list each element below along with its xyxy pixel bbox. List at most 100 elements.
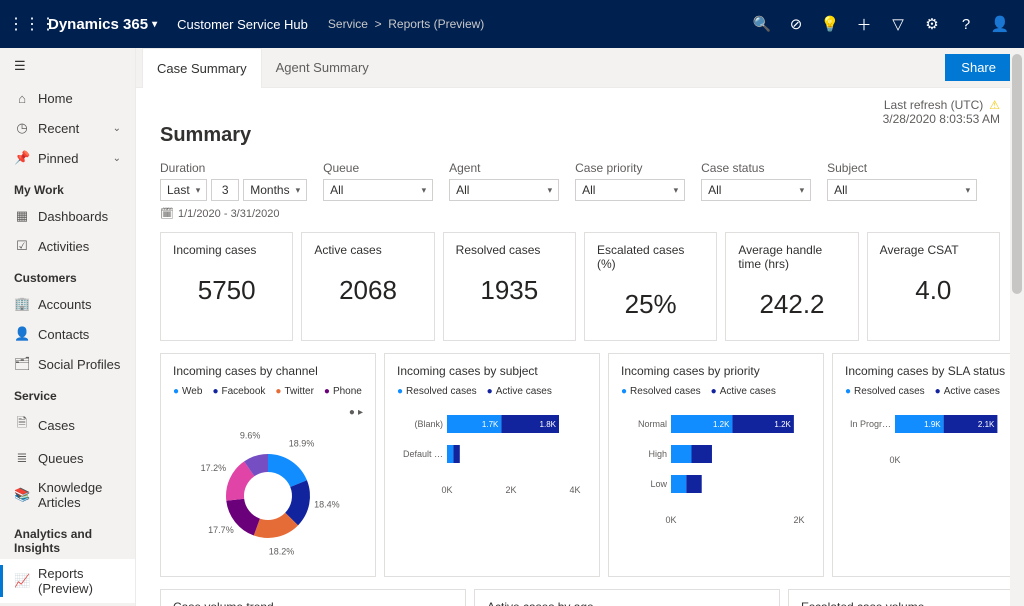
kpi-label: Average handle time (hrs): [738, 243, 845, 271]
nav-home[interactable]: ⌂Home: [0, 84, 135, 113]
accounts-icon: 🏢: [14, 296, 30, 312]
filters: Duration Last▾ 3 Months▾ QueueAll▾ Agent…: [160, 161, 1000, 201]
top-actions: 🔍 ⊘ 💡 ＋ ▽ ⚙ ? 👤: [746, 0, 1016, 48]
svg-text:4K: 4K: [569, 485, 580, 495]
nav-reports[interactable]: 📈Reports (Preview): [0, 559, 135, 603]
tab-agent-summary[interactable]: Agent Summary: [262, 48, 383, 87]
filter-icon[interactable]: ▽: [882, 0, 914, 48]
chevron-right-icon[interactable]: ▸: [349, 407, 363, 418]
svg-text:17.2%: 17.2%: [201, 463, 227, 473]
svg-text:18.2%: 18.2%: [269, 546, 295, 556]
kpi-card[interactable]: Resolved cases1935: [443, 232, 576, 341]
chart-age[interactable]: Active cases by age 50010001500200017932…: [474, 589, 780, 606]
svg-text:(Blank): (Blank): [414, 419, 443, 429]
clock-icon: ◷: [14, 120, 30, 136]
kpi-card[interactable]: Average CSAT4.0: [867, 232, 1000, 341]
scrollbar-thumb[interactable]: [1012, 54, 1022, 294]
svg-text:High: High: [648, 449, 667, 459]
filter-queue-label: Queue: [323, 161, 433, 175]
social-icon: 🗂: [14, 356, 30, 372]
bar-chart: (Blank)1.7K1.8KDefault …0K2K4K: [397, 405, 587, 545]
section-mywork: My Work: [0, 173, 135, 201]
dashboard-icon: ▦: [14, 208, 30, 224]
settings-icon[interactable]: ⚙: [916, 0, 948, 48]
section-analytics: Analytics and Insights: [0, 517, 135, 559]
svg-text:18.4%: 18.4%: [314, 500, 340, 510]
nav-queues[interactable]: ≣Queues: [0, 443, 135, 473]
nav-activities[interactable]: ☑Activities: [0, 231, 135, 261]
svg-text:In Progr…: In Progr…: [850, 419, 891, 429]
nav-contacts[interactable]: 👤Contacts: [0, 319, 135, 349]
breadcrumb: Service > Reports (Preview): [320, 17, 484, 31]
kpi-label: Active cases: [314, 243, 421, 257]
nav-social[interactable]: 🗂Social Profiles: [0, 349, 135, 379]
svg-text:2.1K: 2.1K: [978, 420, 995, 429]
agent-select[interactable]: All▾: [449, 179, 559, 201]
chart-priority[interactable]: Incoming cases by priority Resolved case…: [608, 353, 824, 577]
add-icon[interactable]: ＋: [848, 0, 880, 48]
kpi-card[interactable]: Average handle time (hrs) 242.2: [725, 232, 858, 341]
svg-text:0K: 0K: [441, 485, 452, 495]
svg-text:Low: Low: [650, 479, 667, 489]
svg-text:9.6%: 9.6%: [240, 431, 261, 441]
share-button[interactable]: Share: [945, 54, 1012, 81]
queue-select[interactable]: All▾: [323, 179, 433, 201]
svg-text:17.7%: 17.7%: [208, 525, 234, 535]
svg-text:2K: 2K: [793, 515, 804, 525]
warning-icon: ⚠: [989, 98, 1000, 112]
tab-case-summary[interactable]: Case Summary: [142, 48, 262, 88]
breadcrumb-reports[interactable]: Reports (Preview): [388, 17, 484, 31]
kpi-value: 4.0: [880, 275, 987, 316]
subject-select[interactable]: All▾: [827, 179, 977, 201]
nav-recent[interactable]: ◷Recent⌄: [0, 113, 135, 143]
svg-text:Default …: Default …: [403, 449, 443, 459]
duration-last-select[interactable]: Last▾: [160, 179, 207, 201]
chart-trend[interactable]: Case volume trend Resolved casesActive c…: [160, 589, 466, 606]
kpi-value: 5750: [173, 275, 280, 316]
knowledge-icon: 📚: [14, 487, 30, 503]
nav-pinned[interactable]: 📌Pinned⌄: [0, 143, 135, 173]
contacts-icon: 👤: [14, 326, 30, 342]
help-icon[interactable]: ?: [950, 0, 982, 48]
chart-channel[interactable]: Incoming cases by channel Web Facebook T…: [160, 353, 376, 577]
status-select[interactable]: All▾: [701, 179, 811, 201]
chart-subject[interactable]: Incoming cases by subject Resolved cases…: [384, 353, 600, 577]
svg-text:2K: 2K: [505, 485, 516, 495]
kpi-card[interactable]: Incoming cases5750: [160, 232, 293, 341]
nav-dashboards[interactable]: ▦Dashboards: [0, 201, 135, 231]
user-icon[interactable]: 👤: [984, 0, 1016, 48]
kpi-value: 1935: [456, 275, 563, 316]
filter-agent-label: Agent: [449, 161, 559, 175]
filter-priority-label: Case priority: [575, 161, 685, 175]
app-launcher-icon[interactable]: ⋮⋮⋮: [8, 14, 40, 34]
nav-accounts[interactable]: 🏢Accounts: [0, 289, 135, 319]
scrollbar[interactable]: [1010, 48, 1024, 606]
chart-escalated[interactable]: Escalated case volume 100%80%60%40%25.3%: [788, 589, 1014, 606]
svg-text:1.2K: 1.2K: [713, 420, 730, 429]
top-bar: ⋮⋮⋮ Dynamics 365▾ Customer Service Hub S…: [0, 0, 1024, 48]
section-service: Service: [0, 379, 135, 407]
nav-cases[interactable]: 🗎Cases: [0, 407, 135, 443]
kpi-value: 242.2: [738, 289, 845, 330]
bulb-icon[interactable]: 💡: [814, 0, 846, 48]
breadcrumb-service[interactable]: Service: [328, 17, 368, 31]
section-customers: Customers: [0, 261, 135, 289]
chart-row-2: Case volume trend Resolved casesActive c…: [160, 589, 1000, 606]
task-icon[interactable]: ⊘: [780, 0, 812, 48]
brand[interactable]: Dynamics 365▾: [40, 16, 165, 33]
bar-chart: In Progr…1.9K2.1K0K5K: [845, 405, 1024, 545]
search-icon[interactable]: 🔍: [746, 0, 778, 48]
nav-knowledge[interactable]: 📚Knowledge Articles: [0, 473, 135, 517]
hamburger-icon[interactable]: ☰: [0, 48, 135, 84]
priority-select[interactable]: All▾: [575, 179, 685, 201]
chart-sla[interactable]: Incoming cases by SLA status Resolved ca…: [832, 353, 1024, 577]
duration-num-input[interactable]: 3: [211, 179, 239, 201]
chevron-down-icon: ⌄: [113, 153, 121, 164]
kpi-card[interactable]: Active cases2068: [301, 232, 434, 341]
kpi-card[interactable]: Escalated cases (%)25%: [584, 232, 717, 341]
content: Last refresh (UTC)⚠ 3/28/2020 8:03:53 AM…: [136, 88, 1024, 606]
svg-text:1.9K: 1.9K: [924, 420, 941, 429]
queues-icon: ≣: [14, 450, 30, 466]
duration-unit-select[interactable]: Months▾: [243, 179, 307, 201]
last-refresh: Last refresh (UTC)⚠ 3/28/2020 8:03:53 AM: [883, 98, 1000, 126]
